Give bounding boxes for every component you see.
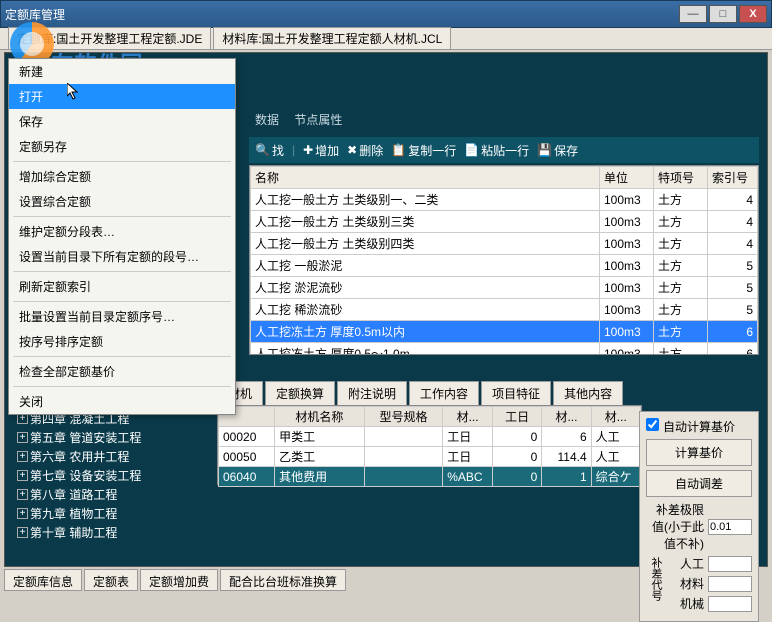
expand-icon[interactable]: + (17, 432, 28, 443)
file-tab-row: 定额库:国土开发整理工程定额.JDE 材料库:国土开发整理工程定额人材机.JCL (0, 28, 772, 50)
menu-item-12[interactable]: 关闭 (9, 389, 235, 414)
detail-row[interactable]: 06040其他费用%ABC01综合ケ (219, 467, 641, 487)
window-title: 定额库管理 (5, 6, 679, 23)
table-row[interactable]: 人工挖冻土方 厚度0.5～1.0m100m3土方6 (251, 343, 758, 356)
col-index[interactable]: 索引号 (708, 167, 758, 189)
title-bar: 定额库管理 — □ X (0, 0, 772, 28)
menu-item-10[interactable]: 按序号排序定额 (9, 329, 235, 354)
col-spec[interactable]: 型号规格 (364, 407, 442, 427)
table-row[interactable]: 人工挖一般土方 土类级别一、二类100m3土方4 (251, 189, 758, 211)
expand-icon[interactable]: + (17, 451, 28, 462)
copy-row-button[interactable]: 📋复制一行 (391, 142, 456, 159)
table-row[interactable]: 人工挖 淤泥流砂100m3土方5 (251, 277, 758, 299)
file-context-menu: 新建打开保存定额另存增加综合定额设置综合定额维护定额分段表…设置当前目录下所有定… (8, 58, 236, 415)
expand-icon[interactable]: + (17, 489, 28, 500)
menu-item-5[interactable]: 设置综合定额 (9, 189, 235, 214)
col-name[interactable]: 名称 (251, 167, 600, 189)
label-cailiao: 材料 (666, 575, 708, 592)
detail-row[interactable]: 00020甲类工工日06人工 (219, 427, 641, 447)
tab-node-props[interactable]: 节点属性 (288, 111, 348, 129)
tree-item[interactable]: + 第十章 辅助工程 (17, 523, 187, 542)
menu-item-6[interactable]: 维护定额分段表… (9, 219, 235, 244)
minimize-button[interactable]: — (679, 5, 707, 23)
limit-input[interactable] (708, 519, 752, 535)
col-mname[interactable]: 材机名称 (275, 407, 365, 427)
main-table[interactable]: 名称 单位 特项号 索引号 人工挖一般土方 土类级别一、二类100m3土方4人工… (249, 165, 759, 355)
action-toolbar: 🔍找 | ✚增加 ✖删除 📋复制一行 📄粘贴一行 💾保存 (249, 137, 759, 163)
btab-info[interactable]: 定额库信息 (4, 569, 82, 591)
maximize-button[interactable]: □ (709, 5, 737, 23)
col-c2[interactable]: 工日 (492, 407, 541, 427)
tab-fuzhu[interactable]: 附注说明 (337, 381, 407, 405)
col-special[interactable]: 特项号 (654, 167, 708, 189)
col-c1[interactable]: 材... (443, 407, 493, 427)
tab-qita[interactable]: 其他内容 (553, 381, 623, 405)
expand-icon[interactable]: + (17, 527, 28, 538)
tree-item[interactable]: + 第七章 设备安装工程 (17, 466, 187, 485)
limit-row: 补差极限值(小于此值不补) (646, 501, 752, 552)
table-row[interactable]: 人工挖 一般淤泥100m3土方5 (251, 255, 758, 277)
calc-base-button[interactable]: 计算基价 (646, 439, 752, 466)
tab-tezheng[interactable]: 项目特征 (481, 381, 551, 405)
detail-tabs: 材机 定额换算 附注说明 工作内容 项目特征 其他内容 (217, 381, 759, 405)
menu-item-8[interactable]: 刷新定额索引 (9, 274, 235, 299)
menu-item-1[interactable]: 打开 (9, 84, 235, 109)
delete-button[interactable]: ✖删除 (347, 142, 383, 159)
expand-icon[interactable]: + (17, 508, 28, 519)
calc-panel: 自动计算基价 计算基价 自动调差 补差极限值(小于此值不补) 补差代号 人工 材… (639, 411, 759, 622)
input-jixie[interactable] (708, 596, 752, 612)
menu-item-11[interactable]: 检查全部定额基价 (9, 359, 235, 384)
menu-item-9[interactable]: 批量设置当前目录定额序号… (9, 304, 235, 329)
col-unit[interactable]: 单位 (600, 167, 654, 189)
close-button[interactable]: X (739, 5, 767, 23)
cursor-icon (67, 83, 81, 101)
table-row[interactable]: 人工挖一般土方 土类级别三类100m3土方4 (251, 211, 758, 233)
auto-calc-check[interactable]: 自动计算基价 (646, 418, 752, 435)
table-row[interactable]: 人工挖冻土方 厚度0.5m以内100m3土方6 (251, 321, 758, 343)
section-tabs: 数据 节点属性 (249, 111, 348, 128)
chapter-tree[interactable]: + 第四章 混凝土工程+ 第五章 管道安装工程+ 第六章 农用井工程+ 第七章 … (17, 409, 187, 542)
add-button[interactable]: ✚增加 (303, 142, 339, 159)
col-c4[interactable]: 材... (591, 407, 640, 427)
label-rengong: 人工 (666, 555, 708, 572)
menu-item-7[interactable]: 设置当前目录下所有定额的段号… (9, 244, 235, 269)
input-cailiao[interactable] (708, 576, 752, 592)
tree-item[interactable]: + 第九章 植物工程 (17, 504, 187, 523)
menu-item-3[interactable]: 定额另存 (9, 134, 235, 159)
btab-convert[interactable]: 配合比台班标准换算 (220, 569, 346, 591)
group-label: 补差代号 (646, 555, 666, 615)
file-tab-dinge[interactable]: 定额库:国土开发整理工程定额.JDE (8, 27, 211, 50)
tab-data[interactable]: 数据 (249, 111, 285, 129)
label-jixie: 机械 (666, 595, 708, 612)
btab-extra[interactable]: 定额增加费 (140, 569, 218, 591)
save-button[interactable]: 💾保存 (537, 142, 578, 159)
menu-item-2[interactable]: 保存 (9, 109, 235, 134)
paste-row-button[interactable]: 📄粘贴一行 (464, 142, 529, 159)
btab-table[interactable]: 定额表 (84, 569, 138, 591)
detail-row[interactable]: 00050乙类工工日0114.4人工 (219, 447, 641, 467)
tree-item[interactable]: + 第六章 农用井工程 (17, 447, 187, 466)
tab-gongzuo[interactable]: 工作内容 (409, 381, 479, 405)
menu-item-0[interactable]: 新建 (9, 59, 235, 84)
tree-item[interactable]: + 第八章 道路工程 (17, 485, 187, 504)
input-rengong[interactable] (708, 556, 752, 572)
bottom-tabs: 定额库信息 定额表 定额增加费 配合比台班标准换算 (4, 569, 348, 591)
table-row[interactable]: 人工挖 稀淤流砂100m3土方5 (251, 299, 758, 321)
tree-item[interactable]: + 第五章 管道安装工程 (17, 428, 187, 447)
col-c3[interactable]: 材... (542, 407, 591, 427)
auto-adjust-button[interactable]: 自动调差 (646, 470, 752, 497)
file-tab-cailiao[interactable]: 材料库:国土开发整理工程定额人材机.JCL (213, 27, 451, 50)
find-button[interactable]: 🔍找 (255, 142, 284, 159)
table-row[interactable]: 人工挖一般土方 土类级别四类100m3土方4 (251, 233, 758, 255)
detail-table[interactable]: 材机名称 型号规格 材... 工日 材... 材... 00020甲类工工日06… (217, 405, 642, 485)
expand-icon[interactable]: + (17, 470, 28, 481)
tab-huansuan[interactable]: 定额换算 (265, 381, 335, 405)
menu-item-4[interactable]: 增加综合定额 (9, 164, 235, 189)
